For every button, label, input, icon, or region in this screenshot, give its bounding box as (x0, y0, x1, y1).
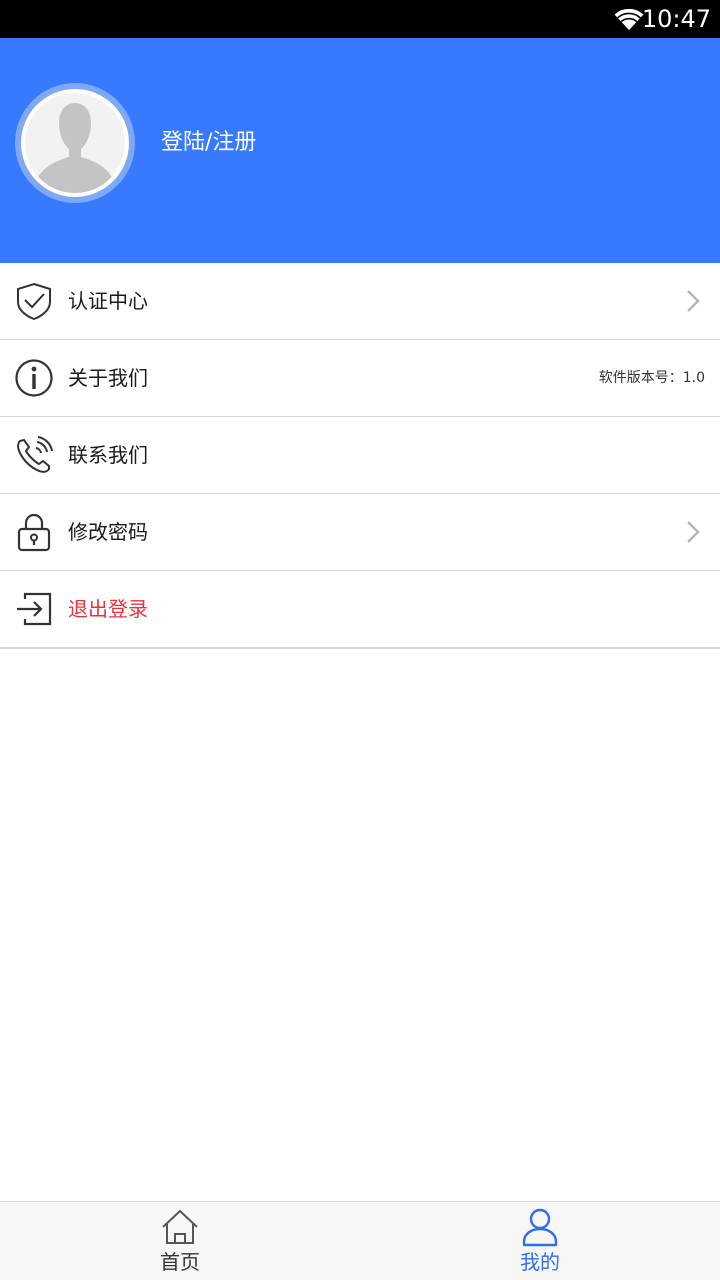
menu-item-change-password[interactable]: 修改密码 (0, 494, 720, 571)
app-version-text: 软件版本号：1.0 (598, 370, 705, 386)
shield-check-icon (17, 282, 51, 321)
menu-item-logout[interactable]: 退出登录 (0, 571, 720, 649)
menu-item-certification[interactable]: 认证中心 (0, 263, 720, 340)
phone-icon (17, 436, 53, 473)
lock-icon (17, 513, 51, 552)
menu-item-contact-us[interactable]: 联系我们 (0, 417, 720, 494)
menu-item-label: 关于我们 (68, 366, 148, 390)
chevron-right-icon (687, 521, 700, 543)
default-avatar-icon[interactable] (15, 83, 135, 203)
menu-item-label: 联系我们 (68, 443, 148, 467)
chevron-right-icon (687, 290, 700, 312)
login-register-link[interactable]: 登陆/注册 (161, 127, 256, 159)
menu-item-label: 认证中心 (68, 289, 148, 313)
settings-menu: 认证中心 关于我们 软件版本号：1.0 联系我们 修改密码 退出登录 (0, 263, 720, 649)
logout-label: 退出登录 (68, 597, 148, 621)
menu-item-about-us[interactable]: 关于我们 软件版本号：1.0 (0, 340, 720, 417)
user-icon (522, 1208, 558, 1247)
home-icon (162, 1209, 198, 1244)
tab-home-label: 首页 (160, 1250, 200, 1274)
logout-icon (17, 592, 52, 626)
profile-header: 登陆/注册 (0, 38, 720, 263)
app-root: 10:47 登陆/注册 认证中心 关于我们 软件版本号：1.0 联系我们 修改密… (0, 0, 720, 1280)
info-icon (15, 359, 53, 397)
tab-mine[interactable]: 我的 (360, 1202, 720, 1280)
bottom-navigation: 首页 我的 (0, 1201, 720, 1280)
status-time: 10:47 (641, 5, 711, 33)
tab-mine-label: 我的 (520, 1250, 560, 1274)
status-bar: 10:47 (0, 0, 720, 38)
tab-home[interactable]: 首页 (0, 1202, 360, 1280)
menu-item-label: 修改密码 (68, 520, 148, 544)
